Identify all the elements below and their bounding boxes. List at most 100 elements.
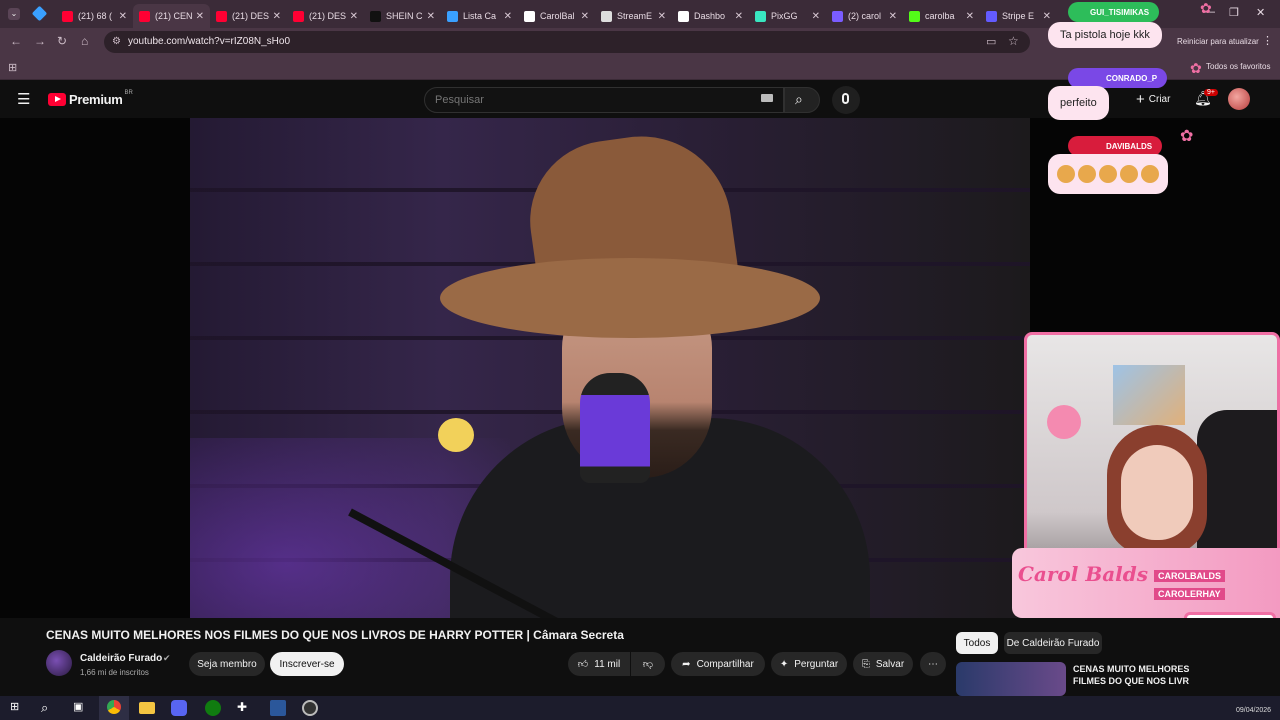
youtube-play-icon bbox=[48, 93, 66, 106]
task-view-icon[interactable]: ▣ bbox=[73, 700, 89, 716]
tab-close-icon[interactable]: ✕ bbox=[427, 11, 435, 22]
tab-close-icon[interactable]: ✕ bbox=[966, 11, 974, 22]
verified-icon: ✔ bbox=[163, 653, 171, 663]
join-button[interactable]: Seja membro bbox=[189, 652, 265, 676]
taskbar-search-icon[interactable]: ⌕ bbox=[41, 700, 57, 716]
tab-close-icon[interactable]: ✕ bbox=[196, 11, 204, 22]
create-button[interactable]: + Criar bbox=[1128, 87, 1178, 111]
browser-tab[interactable]: (21) DES ✕ bbox=[287, 4, 364, 28]
home-icon[interactable]: ⌂ bbox=[81, 34, 88, 48]
tab-close-icon[interactable]: ✕ bbox=[350, 11, 358, 22]
tab-favicon-icon bbox=[832, 10, 843, 22]
tab-favicon-icon bbox=[909, 10, 920, 22]
word-icon[interactable] bbox=[270, 700, 286, 716]
ask-button[interactable]: ✦ Perguntar bbox=[771, 652, 847, 676]
windows-start-icon[interactable]: ⊞ bbox=[10, 700, 26, 716]
subscribe-button[interactable]: Inscrever-se bbox=[270, 652, 344, 676]
app-icon[interactable]: ✚ bbox=[237, 700, 253, 716]
maximize-icon[interactable]: ❐ bbox=[1229, 6, 1239, 19]
taskbar-date: 09/04/2026 bbox=[1236, 707, 1272, 714]
pinned-tab-icon[interactable] bbox=[31, 5, 48, 22]
forward-icon[interactable]: → bbox=[34, 34, 46, 48]
browser-tab[interactable]: Dashbo ✕ bbox=[672, 4, 749, 28]
tab-label: (2) carol bbox=[848, 11, 882, 21]
tab-favicon-icon bbox=[216, 10, 227, 22]
voice-search-button[interactable] bbox=[832, 86, 860, 114]
channel-avatar[interactable] bbox=[46, 650, 72, 676]
tab-search-icon[interactable]: ⌄ bbox=[8, 8, 20, 20]
search-box[interactable] bbox=[424, 87, 784, 113]
browser-tab[interactable]: Lista Ca ✕ bbox=[441, 4, 518, 28]
avatar[interactable] bbox=[1228, 88, 1250, 110]
emote-icon bbox=[1078, 165, 1096, 183]
discord-icon[interactable] bbox=[171, 700, 187, 716]
sparkle-ask-icon: ✦ bbox=[779, 658, 789, 670]
browser-tab[interactable]: Stripe E ✕ bbox=[980, 4, 1057, 28]
tab-label: CarolBal bbox=[540, 11, 575, 21]
tab-favicon-icon bbox=[62, 10, 73, 22]
browser-tab[interactable]: (21) DES ✕ bbox=[210, 4, 287, 28]
save-button[interactable]: ⎘ Salvar bbox=[853, 652, 913, 676]
search-button[interactable]: ⌕ bbox=[784, 87, 820, 113]
search-input[interactable] bbox=[435, 92, 735, 108]
chip-from-channel[interactable]: De Caldeirão Furado bbox=[1004, 632, 1102, 654]
hamburger-menu-icon[interactable]: ☰ bbox=[17, 90, 30, 108]
like-button[interactable]: 👍︎ 11 mil bbox=[568, 652, 630, 676]
up-next-thumbnail[interactable] bbox=[956, 662, 1066, 696]
install-app-icon[interactable]: ▭ bbox=[986, 35, 996, 48]
youtube-logo[interactable]: Premium BR bbox=[48, 90, 133, 107]
up-next-title-line2[interactable]: FILMES DO QUE NOS LIVR bbox=[1073, 676, 1189, 686]
tab-close-icon[interactable]: ✕ bbox=[273, 11, 281, 22]
search-icon: ⌕ bbox=[795, 91, 803, 107]
save-label: Salvar bbox=[875, 658, 905, 670]
chat-username-badge: GUI_TISIMIKAS bbox=[1068, 2, 1160, 22]
tab-close-icon[interactable]: ✕ bbox=[735, 11, 743, 22]
site-info-icon[interactable]: ⚙ bbox=[112, 36, 121, 47]
more-actions-button[interactable]: ⋯ bbox=[920, 652, 946, 676]
chip-all[interactable]: Todos bbox=[956, 632, 998, 654]
menu-kebab-icon[interactable]: ⋮ bbox=[1262, 34, 1273, 47]
dislike-button[interactable]: 👎︎ bbox=[631, 652, 665, 676]
tab-close-icon[interactable]: ✕ bbox=[504, 11, 512, 22]
chrome-taskbar-icon[interactable] bbox=[99, 696, 129, 720]
browser-tab[interactable]: (21) CEN ✕ bbox=[133, 4, 210, 28]
tab-close-icon[interactable]: ✕ bbox=[1043, 11, 1051, 22]
browser-tab[interactable]: carolba ✕ bbox=[903, 4, 980, 28]
create-label: Criar bbox=[1148, 93, 1171, 105]
chat-user-3: DAVIBALDS bbox=[1106, 141, 1153, 151]
tab-close-icon[interactable]: ✕ bbox=[812, 11, 820, 22]
apps-grid-icon[interactable]: ⊞ bbox=[8, 61, 17, 74]
video-frame bbox=[190, 118, 1030, 618]
obs-icon[interactable] bbox=[302, 700, 318, 716]
restart-update-button[interactable]: Reiniciar para atualizar bbox=[1177, 37, 1259, 46]
all-favorites-link[interactable]: Todos os favoritos bbox=[1206, 62, 1270, 71]
back-icon[interactable]: ← bbox=[10, 34, 22, 48]
tab-close-icon[interactable]: ✕ bbox=[581, 11, 589, 22]
tab-close-icon[interactable]: ✕ bbox=[658, 11, 666, 22]
like-count: 11 mil bbox=[594, 658, 621, 670]
address-bar[interactable]: ⚙ youtube.com/watch?v=rIZ08N_sHo0 ▭ ☆ bbox=[104, 31, 1030, 53]
emote-icon bbox=[1120, 165, 1138, 183]
close-window-icon[interactable]: ✕ bbox=[1256, 6, 1265, 19]
keyboard-icon[interactable] bbox=[761, 94, 773, 102]
tab-close-icon[interactable]: ✕ bbox=[889, 11, 897, 22]
bookmark-icon: ⎘ bbox=[861, 658, 870, 670]
reload-icon[interactable]: ↻ bbox=[57, 34, 67, 48]
tab-close-icon[interactable]: ✕ bbox=[119, 11, 127, 22]
browser-tab[interactable]: (21) 68 (✕ bbox=[56, 4, 133, 28]
browser-tab[interactable]: StreamE ✕ bbox=[595, 4, 672, 28]
up-next-title-line1[interactable]: CENAS MUITO MELHORES bbox=[1073, 664, 1189, 674]
tab-label: (21) CEN bbox=[155, 11, 192, 21]
bookmark-star-icon[interactable]: ☆ bbox=[1008, 34, 1019, 48]
browser-tab[interactable]: CarolBal ✕ bbox=[518, 4, 595, 28]
xbox-icon[interactable] bbox=[205, 700, 221, 716]
browser-tab[interactable]: SHEIN C ✕ bbox=[364, 4, 441, 28]
channel-name[interactable]: Caldeirão Furado bbox=[80, 653, 162, 664]
microphone-icon bbox=[842, 93, 849, 104]
social-handle-1: CAROLBALDS bbox=[1154, 570, 1225, 582]
tab-label: StreamE bbox=[617, 11, 653, 21]
browser-tab[interactable]: PixGG ✕ bbox=[749, 4, 826, 28]
share-button[interactable]: ➦ Compartilhar bbox=[671, 652, 765, 676]
browser-tab[interactable]: (2) carol ✕ bbox=[826, 4, 903, 28]
file-explorer-icon[interactable] bbox=[139, 702, 155, 714]
